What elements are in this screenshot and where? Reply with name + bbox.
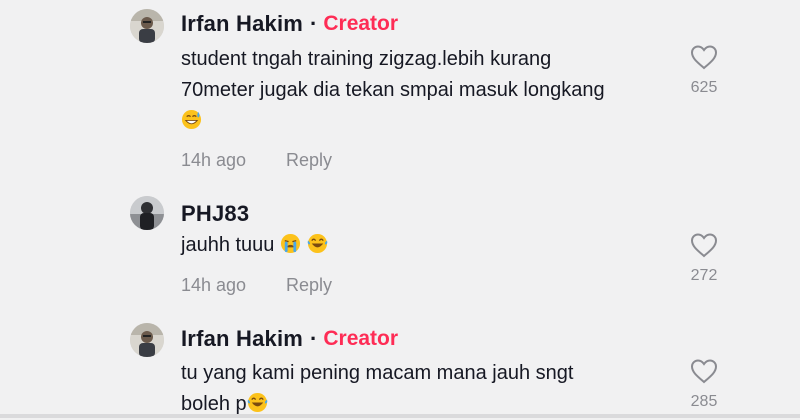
bottom-divider [0,414,800,418]
timestamp: 14h ago [181,150,247,170]
tears-of-joy-emoji-icon [247,392,267,413]
tears-of-joy-emoji-icon [307,233,327,254]
avatar[interactable] [130,323,164,357]
like-button[interactable]: 285 [684,358,724,411]
like-count: 272 [690,267,718,284]
avatar[interactable] [130,196,164,230]
avatar[interactable] [130,9,164,43]
comment-text: jauhh tuuu [181,230,651,261]
comment-header: PHJ83 [181,200,249,228]
comment-header: Irfan Hakim · Creator [181,10,398,38]
separator-dot: · [310,11,318,36]
creator-badge: Creator [323,327,399,350]
comment-text-line: tu yang kami pening macam mana jauh sngt [181,362,574,384]
username[interactable]: Irfan Hakim [181,11,303,37]
timestamp: 14h ago [181,275,247,295]
heart-outline-icon[interactable] [690,44,718,70]
like-button[interactable]: 272 [684,232,724,285]
separator-dot: · [310,326,318,351]
username[interactable]: Irfan Hakim [181,326,303,352]
comment-text-line: student tngah training zigzag.lebih kura… [181,48,552,70]
comment-item: Irfan Hakim · Creator tu yang kami penin… [0,310,800,418]
loudly-crying-emoji-icon [280,233,301,254]
comment-text-line: jauhh tuuu [181,234,280,256]
comment-item: Irfan Hakim · Creator student tngah trai… [0,0,800,180]
like-count: 625 [690,79,718,96]
comment-text-line: 70meter jugak dia tekan smpai masuk long… [181,79,605,101]
comment-text-line: boleh p [181,393,247,415]
heart-outline-icon[interactable] [690,358,718,384]
comment-item: PHJ83 jauhh tuuu 14h ago Reply 272 [0,180,800,310]
like-count: 285 [690,393,718,410]
grinning-sweat-emoji-icon [181,109,202,130]
comment-text: tu yang kami pening macam mana jauh sngt… [181,358,651,420]
comment-text: student tngah training zigzag.lebih kura… [181,44,651,137]
reply-button[interactable]: Reply [286,275,332,296]
comment-meta: 14h ago Reply [181,275,332,296]
heart-outline-icon[interactable] [690,232,718,258]
avatar-photo-icon [130,9,164,43]
username[interactable]: PHJ83 [181,201,249,227]
comment-header: Irfan Hakim · Creator [181,325,398,353]
reply-button[interactable]: Reply [286,150,332,171]
avatar-photo-icon [130,323,164,357]
like-button[interactable]: 625 [684,44,724,97]
comment-meta: 14h ago Reply [181,150,332,171]
creator-badge: Creator [323,12,399,35]
avatar-photo-icon [130,196,164,230]
